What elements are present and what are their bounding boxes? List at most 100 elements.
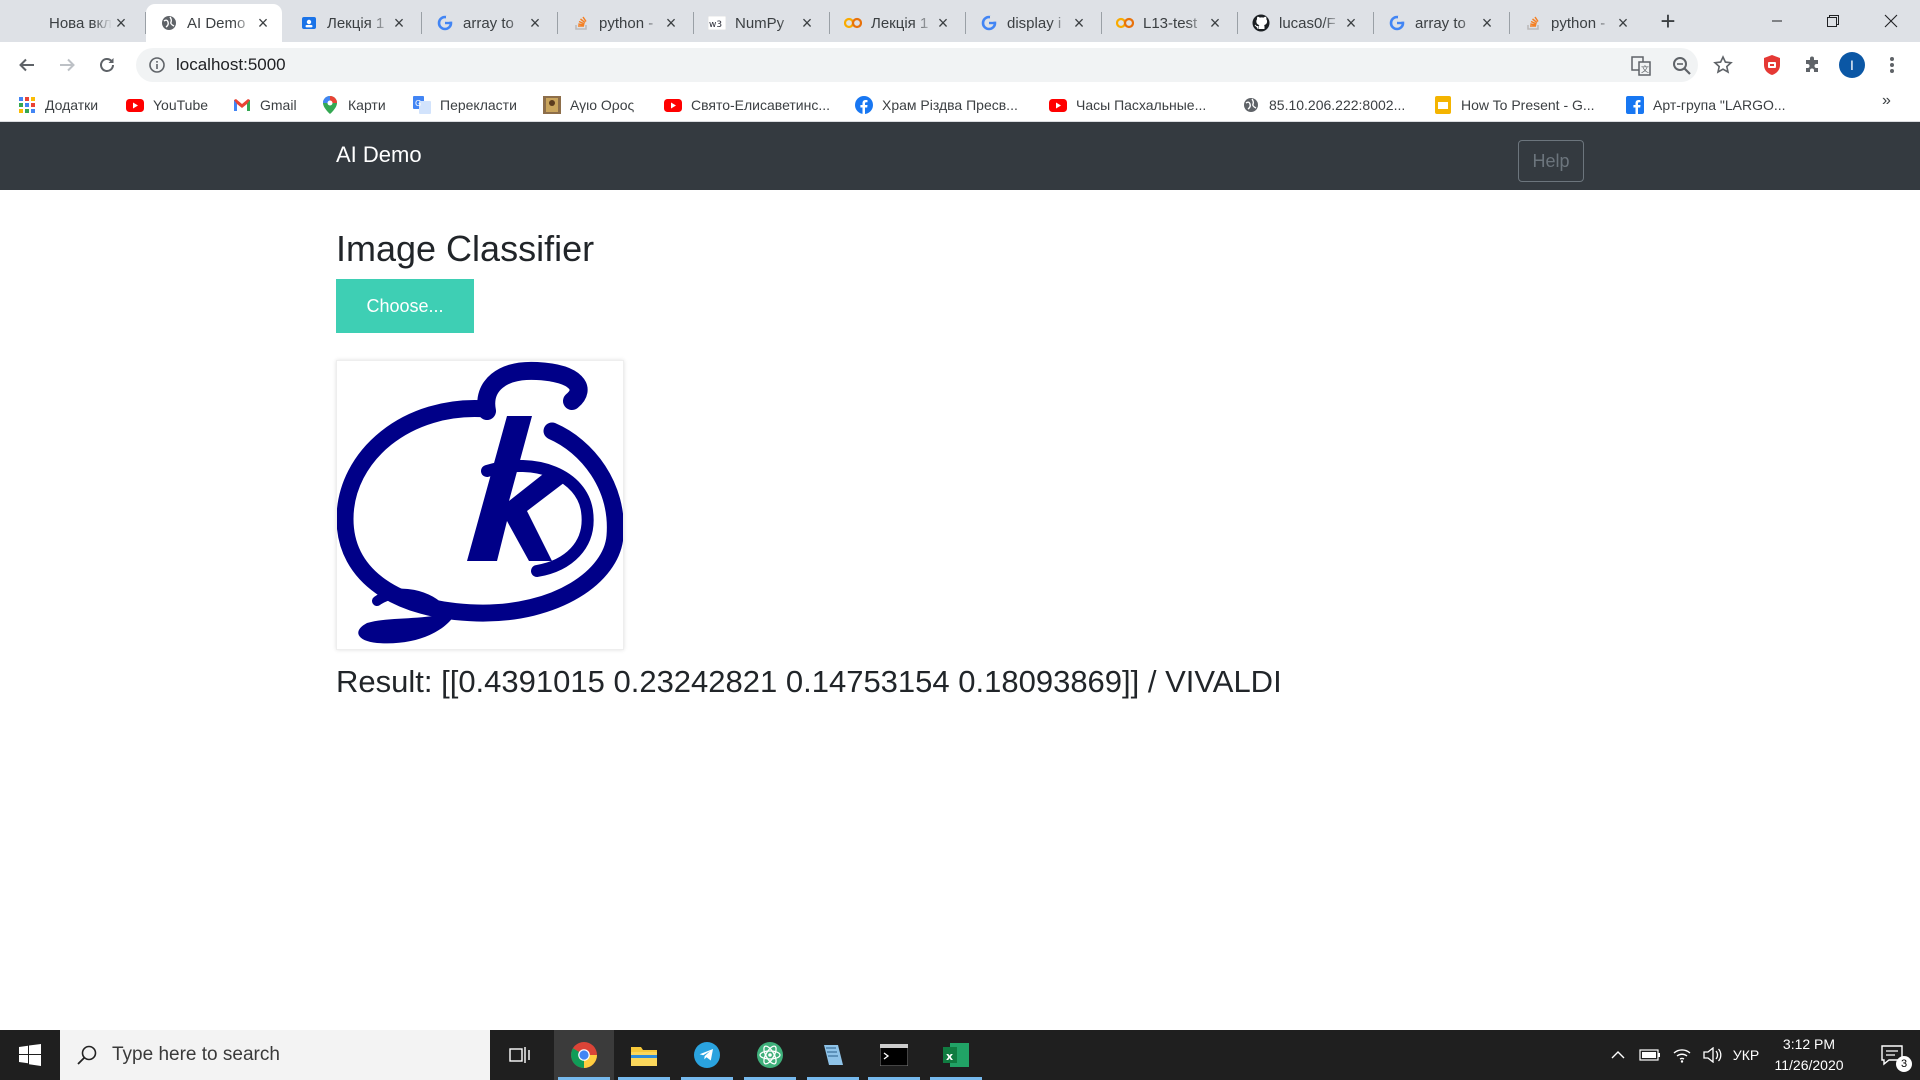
excel-icon[interactable]: x [926,1030,986,1080]
classified-logo-image [336,361,624,649]
tab-title: array to [1415,14,1466,32]
bookmark-star-icon[interactable] [1707,49,1739,81]
tab-python-2[interactable]: python - × [1510,4,1642,42]
battery-icon[interactable] [1636,1030,1664,1080]
choose-file-button[interactable]: Choose... [336,279,474,333]
svg-text:x: x [946,1050,953,1063]
new-tab-button[interactable]: + [1654,8,1682,36]
profile-avatar[interactable]: I [1836,49,1868,81]
arrow-left-icon [19,58,34,72]
minimize-button[interactable] [1750,0,1804,42]
system-clock[interactable]: 3:12 PM 11/26/2020 [1764,1034,1854,1076]
facebook-icon [855,96,873,114]
stackoverflow-icon [572,14,590,32]
extensions-puzzle-icon[interactable] [1796,49,1828,81]
tab-display[interactable]: display i × [966,4,1098,42]
language-indicator[interactable]: УКР [1726,1030,1766,1080]
globe-icon [160,14,178,32]
task-view-icon[interactable] [490,1030,550,1080]
close-icon[interactable]: × [1478,14,1496,32]
bookmark-how-to-present[interactable]: How To Present - G... [1434,94,1595,116]
info-icon[interactable] [148,56,166,74]
file-explorer-icon[interactable] [614,1030,674,1080]
bookmark-apps[interactable]: Додатки [18,94,98,116]
tray-overflow-chevron-icon[interactable] [1606,1030,1630,1080]
tab-github[interactable]: lucas0/F × [1238,4,1370,42]
help-button[interactable]: Help [1518,140,1584,182]
bookmark-youtube[interactable]: YouTube [126,94,208,116]
volume-icon[interactable] [1698,1030,1726,1080]
bookmark-agio-oros[interactable]: Αγιο Ορος [543,94,634,116]
adblock-extension-icon[interactable] [1756,49,1788,81]
start-button[interactable] [0,1030,60,1080]
close-icon[interactable]: × [390,14,408,32]
google-icon [1388,14,1406,32]
tab-lecture-1[interactable]: Лекція 1 × [286,4,418,42]
restore-button[interactable] [1806,0,1860,42]
tab-strip: Нова вкладка × AI Demo × Лекція 1 × arra… [0,0,1920,42]
bookmark-label: Часы Пасхальные... [1076,97,1207,113]
chrome-icon[interactable] [554,1030,614,1080]
google-icon [436,14,454,32]
forward-button[interactable] [51,49,83,81]
tab-array-to-2[interactable]: array to × [1374,4,1506,42]
tab-array-to-1[interactable]: array to × [422,4,554,42]
icon-image-icon [543,96,561,114]
menu-kebab-icon[interactable] [1876,49,1908,81]
taskbar-search-box[interactable]: Type here to search [60,1030,490,1080]
telegram-icon[interactable] [677,1030,737,1080]
tab-python-1[interactable]: python - × [558,4,690,42]
back-button[interactable] [11,49,43,81]
tab-title: array to [463,14,514,32]
tab-ai-demo[interactable]: AI Demo × [146,4,282,42]
zoom-icon[interactable] [1672,56,1692,76]
bookmark-ip-address[interactable]: 85.10.206.222:8002... [1242,94,1405,116]
atom-icon[interactable] [740,1030,800,1080]
close-icon[interactable]: × [1614,14,1632,32]
bookmark-label: Gmail [260,97,297,113]
close-icon[interactable]: × [1070,14,1088,32]
w3schools-icon: w3 [708,14,726,32]
tab-l13-test[interactable]: L13-test × [1102,4,1234,42]
classification-result: Result: [[0.4391015 0.23242821 0.1475315… [336,664,1282,699]
tab-title: Нова вкладка [49,14,112,32]
windows-taskbar: Type here to search x УКР 3:12 PM 11/26/… [0,1030,1920,1080]
bookmark-gmail[interactable]: Gmail [233,94,297,116]
close-icon[interactable]: × [112,14,130,32]
bookmark-maps[interactable]: Карти [321,94,386,116]
address-bar[interactable]: localhost:5000 文 [136,48,1698,82]
bookmark-label: Карти [348,97,386,113]
bookmark-art-group-largo[interactable]: Арт-група "LARGO... [1626,94,1786,116]
tab-numpy[interactable]: w3 NumPy × [694,4,826,42]
close-icon[interactable]: × [662,14,680,32]
close-icon[interactable]: × [254,14,272,32]
bookmark-label: Αγιο Ορος [570,97,635,113]
navbar-brand[interactable]: AI Demo [336,142,422,168]
close-icon[interactable]: × [798,14,816,32]
tab-new-tab[interactable]: Нова вкладка × [8,4,140,42]
tab-title: AI Demo [187,14,246,32]
bookmark-svyato-elisavetinsky[interactable]: Свято-Елисаветинс... [664,94,830,116]
terminal-icon[interactable] [864,1030,924,1080]
close-icon[interactable]: × [934,14,952,32]
search-placeholder: Type here to search [112,1044,280,1065]
bookmark-chasy-paskhalnye[interactable]: Часы Пасхальные... [1049,94,1206,116]
reload-button[interactable] [91,49,123,81]
notepad-icon[interactable] [803,1030,863,1080]
close-icon[interactable]: × [526,14,544,32]
tab-lecture-colab[interactable]: Лекція 1 × [830,4,962,42]
tab-title: display i [1007,14,1062,32]
action-center-button[interactable]: 3 [1864,1030,1920,1080]
close-window-button[interactable] [1864,0,1918,42]
more-bookmarks-chevron-icon[interactable]: » [1882,92,1891,110]
app-navbar: AI Demo Help [0,122,1920,190]
close-icon[interactable]: × [1342,14,1360,32]
close-icon[interactable]: × [1206,14,1224,32]
new-tab-page-icon [22,14,40,32]
translate-icon[interactable]: 文 [1631,56,1651,76]
youtube-icon [1049,96,1067,114]
bookmark-translate[interactable]: G Перекласти [413,94,517,116]
bookmark-hram-rizdva[interactable]: Храм Різдва Пресв... [855,94,1018,116]
wifi-icon[interactable] [1668,1030,1696,1080]
url-text[interactable]: localhost:5000 [176,55,286,75]
